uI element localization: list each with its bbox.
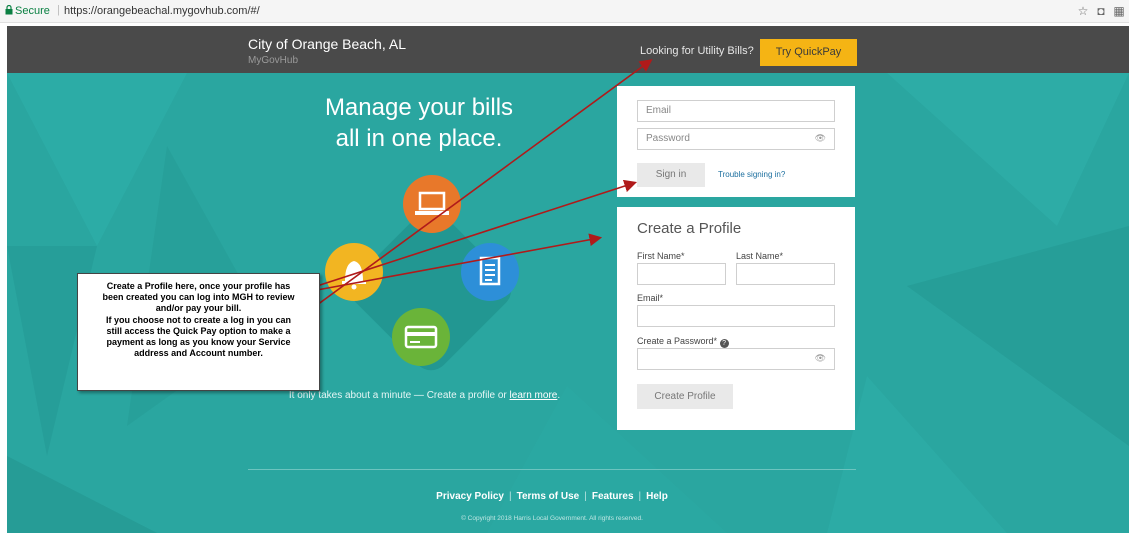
features-link[interactable]: Features (592, 491, 634, 502)
arrow-to-create-profile (316, 233, 603, 291)
footer-separator: | (638, 491, 642, 502)
url-text[interactable]: https://orangebeachal.mygovhub.com/#/ (64, 5, 260, 17)
footer-divider (248, 469, 856, 470)
annotation-line-4: If you choose not to create a log in you… (105, 314, 292, 325)
secure-label: Secure (15, 5, 50, 17)
privacy-policy-link[interactable]: Privacy Policy (436, 491, 504, 502)
help-link[interactable]: Help (646, 491, 668, 502)
menu-icon[interactable]: ▦ (1112, 4, 1126, 18)
annotation-line-1: Create a Profile here, once your profile… (106, 281, 291, 291)
annotation-line-7: address and Account number. (134, 348, 263, 359)
lock-icon (5, 5, 13, 15)
annotation-line-5: still access the Quick Pay option to mak… (106, 325, 291, 336)
annotation-line-2: been created you can log into MGH to rev… (102, 292, 295, 303)
star-icon[interactable]: ☆ (1076, 4, 1090, 18)
copyright: © Copyright 2018 Harris Local Government… (461, 515, 643, 522)
terms-of-use-link[interactable]: Terms of Use (517, 491, 580, 502)
arrow-to-signin (316, 179, 638, 287)
extension-icon[interactable]: ◘ (1094, 4, 1108, 18)
annotation-line-6: payment as long as you know your Service (106, 337, 291, 348)
browser-address-bar: Secure | https://orangebeachal.mygovhub.… (0, 0, 1129, 23)
arrow-to-quickpay (271, 59, 653, 339)
footer-separator: | (584, 491, 587, 502)
app-page: City of Orange Beach, AL MyGovHub Lookin… (7, 26, 1129, 533)
annotation-callout: Create a Profile here, once your profile… (77, 273, 320, 391)
annotation-line-3: and/or pay your bill. (155, 303, 242, 314)
footer-links: Privacy Policy | Terms of Use | Features | Hel… (248, 491, 856, 502)
footer-separator: | (509, 491, 512, 502)
address-separator: | (57, 4, 60, 16)
